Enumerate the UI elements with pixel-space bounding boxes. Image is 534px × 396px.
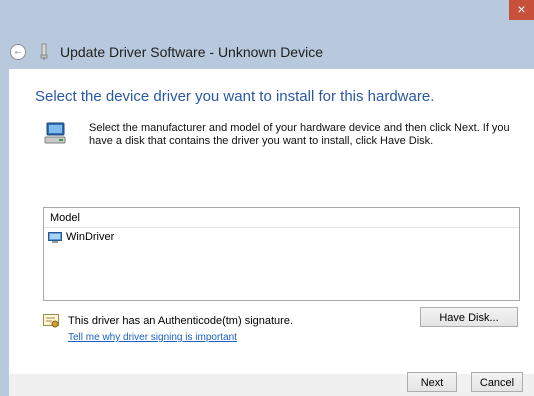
close-icon: × <box>517 1 526 17</box>
signature-status: This driver has an Authenticode(tm) sign… <box>68 315 294 327</box>
back-arrow-icon: ← <box>13 46 23 57</box>
model-listbox[interactable]: Model WinDriver <box>43 207 520 301</box>
model-header-label: Model <box>50 212 80 224</box>
certificate-icon <box>43 313 60 329</box>
list-item[interactable]: WinDriver <box>46 228 516 247</box>
have-disk-button[interactable]: Have Disk... <box>420 307 518 327</box>
instructions-text: Select the manufacturer and model of you… <box>89 122 510 147</box>
next-button[interactable]: Next <box>407 372 457 392</box>
model-column-header[interactable]: Model <box>44 208 519 228</box>
window-title: Update Driver Software - Unknown Device <box>60 44 323 60</box>
close-button[interactable]: × <box>509 0 534 20</box>
driver-device-icon <box>48 231 63 244</box>
device-manager-icon <box>37 43 51 61</box>
list-item-label: WinDriver <box>66 231 115 243</box>
dialog-window: × ← Update Driver Software - Unknown Dev… <box>0 0 534 396</box>
driver-signing-link[interactable]: Tell me why driver signing is important <box>68 332 237 343</box>
hardware-wizard-icon <box>44 121 68 147</box>
page-heading: Select the device driver you want to ins… <box>35 88 435 105</box>
cancel-button[interactable]: Cancel <box>471 372 523 392</box>
back-button[interactable]: ← <box>10 44 26 60</box>
